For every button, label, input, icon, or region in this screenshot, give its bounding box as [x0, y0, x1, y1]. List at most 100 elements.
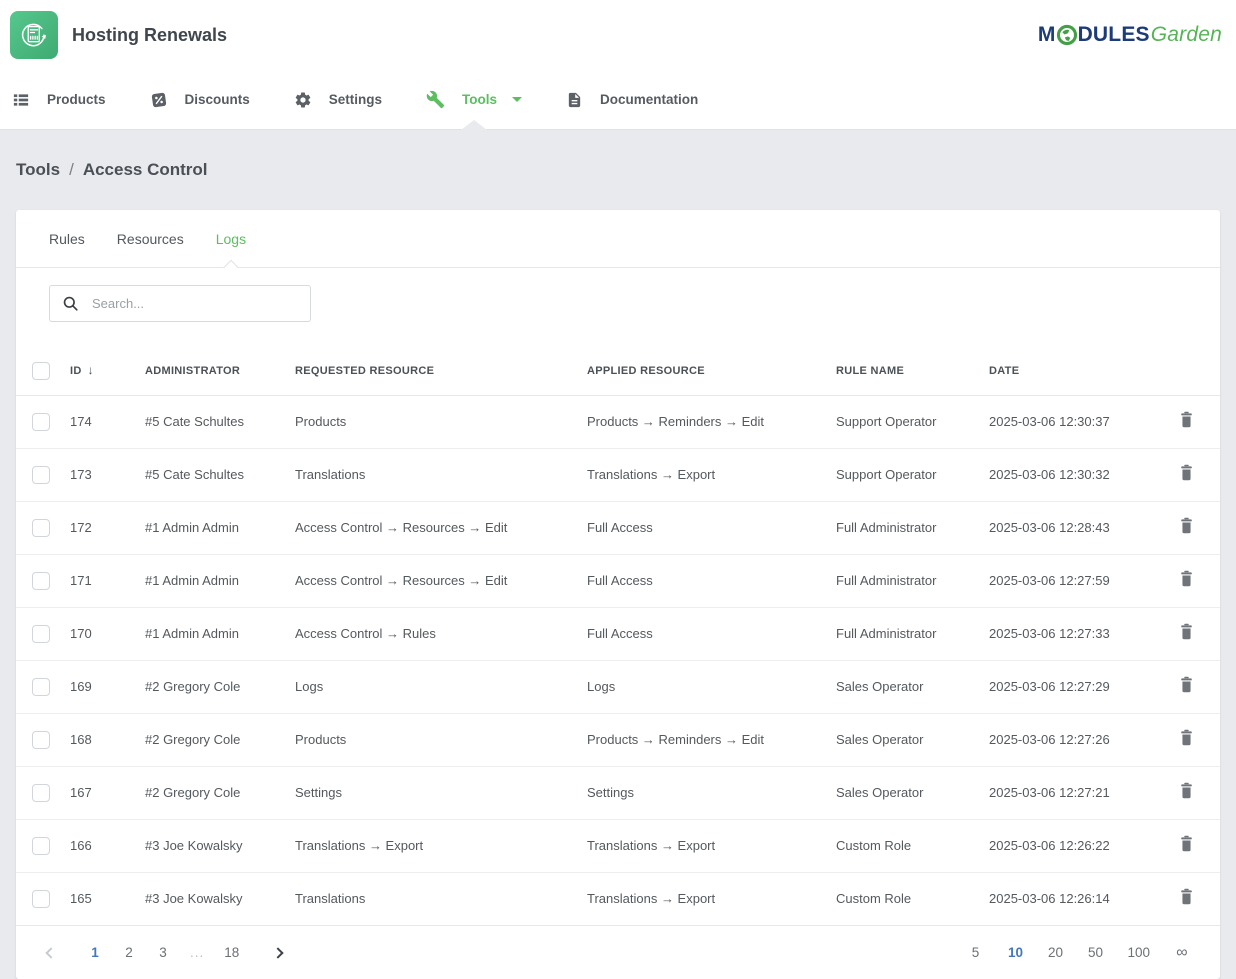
modulesgarden-logo: M DULES Garden: [1038, 23, 1222, 47]
chevron-right-icon: [273, 947, 284, 958]
tab-resources[interactable]: Resources: [117, 210, 184, 267]
cell-applied-resource: Translations → Export: [587, 449, 836, 502]
cell-administrator: #3 Joe Kowalsky: [145, 873, 295, 926]
cell-administrator: #5 Cate Schultes: [145, 449, 295, 502]
main-nav: Products Discounts Settings Tools Documentat…: [0, 70, 1236, 130]
column-header-administrator[interactable]: ADMINISTRATOR: [145, 346, 295, 396]
app-logo: [10, 11, 58, 59]
row-checkbox[interactable]: [32, 572, 50, 590]
cell-rule-name: Sales Operator: [836, 714, 989, 767]
gear-icon: [294, 91, 312, 109]
select-all-checkbox[interactable]: [32, 362, 50, 380]
page-button-3[interactable]: 3: [156, 945, 170, 960]
row-checkbox[interactable]: [32, 413, 50, 431]
row-checkbox[interactable]: [32, 731, 50, 749]
cell-applied-resource: Translations → Export: [587, 820, 836, 873]
page-size-20[interactable]: 20: [1047, 945, 1063, 960]
table-row: 170 #1 Admin Admin Access Control → Rule…: [16, 608, 1220, 661]
cell-id: 165: [70, 873, 145, 926]
cell-administrator: #5 Cate Schultes: [145, 396, 295, 449]
table-row: 173 #5 Cate Schultes Translations Transl…: [16, 449, 1220, 502]
row-checkbox[interactable]: [32, 519, 50, 537]
column-header-id[interactable]: ID↓: [70, 346, 145, 396]
table-row: 168 #2 Gregory Cole Products Products → …: [16, 714, 1220, 767]
cell-date: 2025-03-06 12:26:22: [989, 820, 1129, 873]
cell-administrator: #3 Joe Kowalsky: [145, 820, 295, 873]
page-button-2[interactable]: 2: [122, 945, 136, 960]
breadcrumb: Tools / Access Control: [0, 130, 1236, 210]
cell-date: 2025-03-06 12:27:29: [989, 661, 1129, 714]
breadcrumb-section[interactable]: Tools: [16, 160, 60, 180]
sort-desc-icon[interactable]: ↓: [88, 363, 94, 377]
nav-item-label: Products: [47, 92, 106, 107]
cell-requested-resource: Translations: [295, 873, 587, 926]
page-ellipsis: ...: [190, 945, 204, 960]
nav-item-discounts[interactable]: Discounts: [128, 70, 272, 129]
trash-icon[interactable]: [1179, 676, 1194, 693]
page-title: Hosting Renewals: [72, 25, 227, 46]
column-header-rule-name[interactable]: RULE NAME: [836, 346, 989, 396]
cell-rule-name: Custom Role: [836, 820, 989, 873]
nav-item-tools[interactable]: Tools: [404, 70, 544, 129]
row-checkbox[interactable]: [32, 625, 50, 643]
chevron-left-icon: [45, 947, 56, 958]
cell-id: 174: [70, 396, 145, 449]
brand-text-garden: Garden: [1151, 23, 1222, 47]
trash-icon[interactable]: [1179, 411, 1194, 428]
trash-icon[interactable]: [1179, 517, 1194, 534]
cell-requested-resource: Translations: [295, 449, 587, 502]
trash-icon[interactable]: [1179, 464, 1194, 481]
cell-requested-resource: Access Control → Resources → Edit: [295, 502, 587, 555]
nav-item-label: Tools: [462, 92, 497, 107]
column-header-applied-resource[interactable]: APPLIED RESOURCE: [587, 346, 836, 396]
trash-icon[interactable]: [1179, 570, 1194, 587]
app-header: Hosting Renewals M DULES Garden: [0, 0, 1236, 70]
page-size-unlimited[interactable]: ∞: [1174, 944, 1190, 962]
column-header-requested-resource[interactable]: REQUESTED RESOURCE: [295, 346, 587, 396]
trash-icon[interactable]: [1179, 782, 1194, 799]
nav-item-label: Settings: [329, 92, 382, 107]
page-size-10[interactable]: 10: [1007, 945, 1023, 960]
cell-rule-name: Full Administrator: [836, 502, 989, 555]
cell-rule-name: Full Administrator: [836, 555, 989, 608]
row-checkbox[interactable]: [32, 466, 50, 484]
previous-page-button[interactable]: [42, 949, 60, 957]
page-size-5[interactable]: 5: [967, 945, 983, 960]
tab-logs[interactable]: Logs: [216, 210, 246, 267]
search-input[interactable]: [90, 295, 298, 312]
page-button-1[interactable]: 1: [88, 945, 102, 960]
row-checkbox[interactable]: [32, 784, 50, 802]
cell-id: 167: [70, 767, 145, 820]
cell-rule-name: Full Administrator: [836, 608, 989, 661]
cell-applied-resource: Logs: [587, 661, 836, 714]
cell-date: 2025-03-06 12:27:26: [989, 714, 1129, 767]
column-header-date[interactable]: DATE: [989, 346, 1129, 396]
brand-text-dules: DULES: [1078, 23, 1150, 47]
trash-icon[interactable]: [1179, 623, 1194, 640]
trash-icon[interactable]: [1179, 729, 1194, 746]
breadcrumb-separator: /: [69, 160, 74, 180]
wrench-icon: [426, 90, 445, 109]
logs-table: ID↓ ADMINISTRATOR REQUESTED RESOURCE APP…: [16, 346, 1220, 925]
cell-administrator: #1 Admin Admin: [145, 502, 295, 555]
nav-item-products[interactable]: Products: [0, 70, 128, 129]
row-checkbox[interactable]: [32, 837, 50, 855]
cell-id: 169: [70, 661, 145, 714]
next-page-button[interactable]: [269, 949, 287, 957]
row-checkbox[interactable]: [32, 890, 50, 908]
nav-item-label: Discounts: [185, 92, 250, 107]
cell-date: 2025-03-06 12:27:59: [989, 555, 1129, 608]
trash-icon[interactable]: [1179, 835, 1194, 852]
cell-administrator: #1 Admin Admin: [145, 608, 295, 661]
tab-rules[interactable]: Rules: [49, 210, 85, 267]
page-button-18[interactable]: 18: [224, 945, 239, 960]
cell-rule-name: Support Operator: [836, 396, 989, 449]
row-checkbox[interactable]: [32, 678, 50, 696]
cell-administrator: #2 Gregory Cole: [145, 661, 295, 714]
nav-item-documentation[interactable]: Documentation: [544, 70, 720, 129]
cell-requested-resource: Products: [295, 396, 587, 449]
nav-item-settings[interactable]: Settings: [272, 70, 404, 129]
page-size-50[interactable]: 50: [1087, 945, 1103, 960]
trash-icon[interactable]: [1179, 888, 1194, 905]
page-size-100[interactable]: 100: [1127, 945, 1150, 960]
